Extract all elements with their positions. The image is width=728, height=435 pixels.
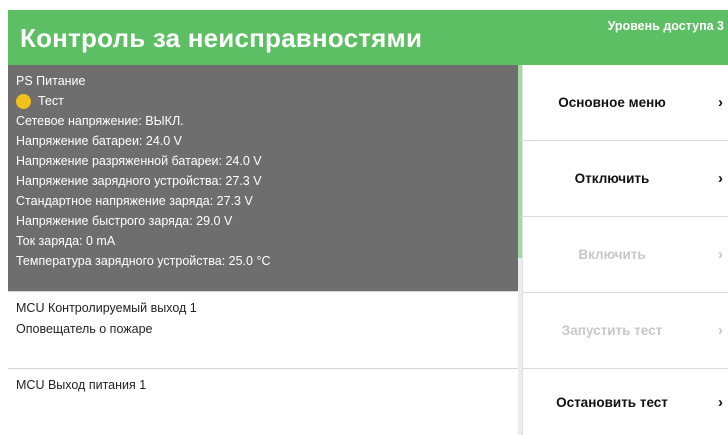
enable-label: Включить — [578, 247, 646, 262]
main-menu-label: Основное меню — [558, 95, 666, 110]
fault-item-title: MCU Контролируемый выход 1 — [16, 301, 197, 315]
stop-test-button[interactable]: Остановить тест › — [523, 369, 728, 435]
fault-detail-line: Напряжение быстрого заряда: 29.0 V — [16, 214, 233, 228]
fault-item-mcu-output[interactable]: MCU Контролируемый выход 1 Оповещатель о… — [8, 292, 518, 369]
fault-detail-line: Температура зарядного устройства: 25.0 °… — [16, 254, 271, 268]
disable-button[interactable]: Отключить › — [523, 141, 728, 217]
enable-button[interactable]: Включить › — [523, 217, 728, 293]
main-menu-button[interactable]: Основное меню › — [523, 65, 728, 141]
fault-detail-line: Сетевое напряжение: ВЫКЛ. — [16, 114, 184, 128]
disable-label: Отключить — [574, 171, 650, 186]
fault-status-label: Тест — [38, 94, 64, 108]
header-bar: Контроль за неисправностями Уровень дост… — [8, 10, 728, 65]
start-test-label: Запустить тест — [561, 323, 663, 338]
fault-detail-line: Напряжение батареи: 24.0 V — [16, 134, 183, 148]
chevron-right-icon: › — [718, 322, 723, 339]
fault-detail-line: Ток заряда: 0 mA — [16, 234, 116, 248]
fault-detail-line: Напряжение зарядного устройства: 27.3 V — [16, 174, 262, 188]
fault-detail-line: Напряжение разряженной батареи: 24.0 V — [16, 154, 262, 168]
fault-list: PS Питание Тест Сетевое напряжение: ВЫКЛ… — [8, 65, 518, 435]
chevron-right-icon: › — [718, 94, 723, 111]
status-indicator-icon — [16, 93, 31, 109]
start-test-button[interactable]: Запустить тест › — [523, 293, 728, 369]
fault-item-power-supply[interactable]: PS Питание Тест Сетевое напряжение: ВЫКЛ… — [8, 65, 518, 292]
fault-detail-line: Стандартное напряжение заряда: 27.3 V — [16, 194, 253, 208]
access-level-label[interactable]: Уровень доступа 3 — [608, 19, 724, 33]
fault-item-title: PS Питание — [16, 74, 86, 88]
fault-detail-line: Оповещатель о пожаре — [16, 322, 153, 336]
chevron-right-icon: › — [718, 246, 723, 263]
fault-item-mcu-power-output[interactable]: MCU Выход питания 1 — [8, 369, 518, 435]
stop-test-label: Остановить тест — [556, 394, 668, 410]
fault-item-title: MCU Выход питания 1 — [16, 378, 147, 392]
action-menu: Основное меню › Отключить › Включить › З… — [522, 65, 728, 435]
page-title: Контроль за неисправностями — [20, 23, 423, 53]
chevron-right-icon: › — [718, 170, 723, 187]
chevron-right-icon: › — [718, 393, 723, 411]
fault-status-row: Тест — [16, 91, 510, 111]
